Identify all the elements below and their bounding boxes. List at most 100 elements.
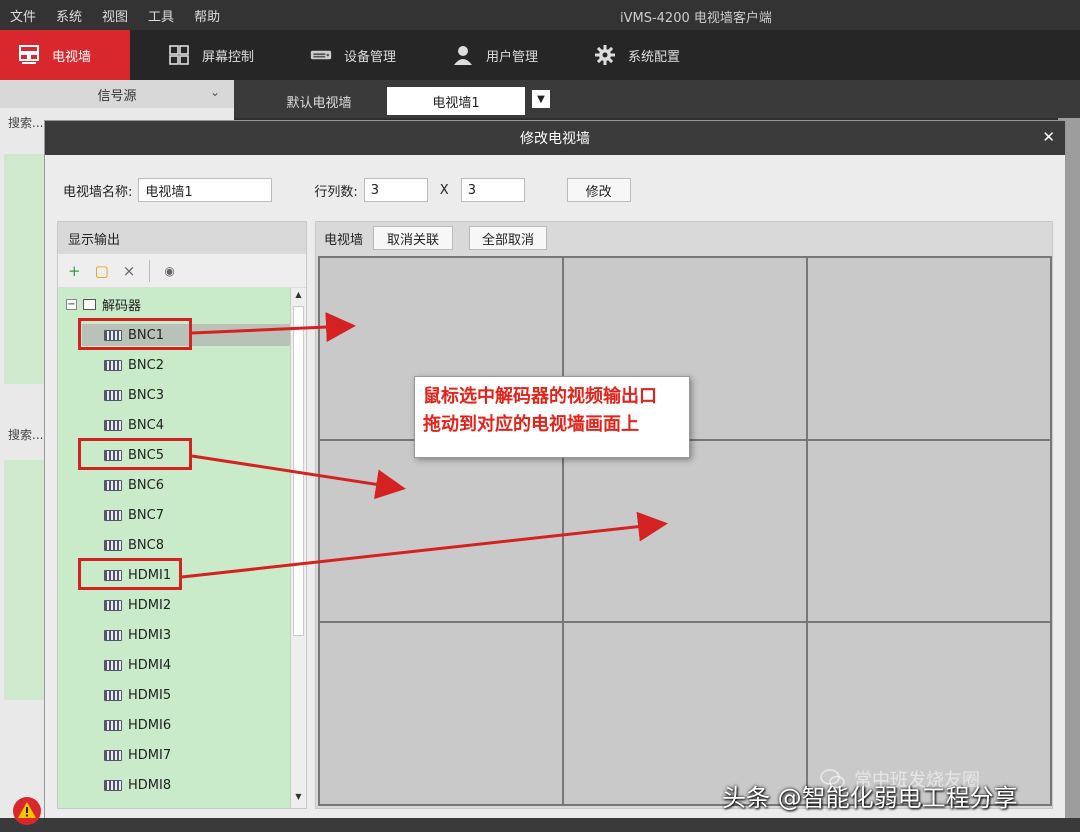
chevron-down-icon[interactable]: ⌄ <box>210 85 220 99</box>
module-label: 屏幕控制 <box>202 49 255 65</box>
tree-toolbar: + ▢ × ◉ <box>58 254 306 288</box>
output-port-icon <box>104 419 122 431</box>
tree-item-hdmi3[interactable]: HDMI3 <box>104 624 171 646</box>
tab-dropdown-icon[interactable]: ▼ <box>532 90 550 108</box>
close-icon[interactable]: ✕ <box>1042 128 1055 146</box>
menu-view[interactable]: 视图 <box>92 6 138 25</box>
tree-item-label: HDMI8 <box>128 777 172 793</box>
delete-icon[interactable]: × <box>123 262 136 280</box>
scroll-thumb[interactable] <box>293 306 304 636</box>
tree-item-label: BNC8 <box>128 537 164 553</box>
tree-item-hdmi8[interactable]: HDMI8 <box>104 774 171 796</box>
menu-tools[interactable]: 工具 <box>138 6 184 25</box>
module-system-config[interactable]: 系统配置 <box>576 30 698 80</box>
tv-wall-header: 电视墙 取消关联 全部取消 <box>316 222 1052 254</box>
module-tv-wall[interactable]: 电视墙 <box>0 30 130 80</box>
user-icon <box>452 44 474 66</box>
module-label: 设备管理 <box>344 49 397 65</box>
times-label: X <box>439 182 449 198</box>
module-device-management[interactable]: 设备管理 <box>292 30 414 80</box>
tree-background-strip <box>4 460 44 700</box>
module-label: 系统配置 <box>628 49 681 65</box>
output-port-icon <box>104 629 122 641</box>
module-user-management[interactable]: 用户管理 <box>434 30 556 80</box>
tree-item-label: BNC6 <box>128 477 164 493</box>
add-icon[interactable]: + <box>68 262 81 280</box>
display-output-header: 显示输出 <box>58 222 306 254</box>
highlight-box-bnc5 <box>78 438 192 470</box>
rows-input[interactable]: 3 <box>363 178 428 202</box>
tab-wall-1[interactable]: 电视墙1 <box>387 87 525 115</box>
monitor-icon <box>83 298 96 310</box>
output-port-icon <box>104 389 122 401</box>
tree-item-label: HDMI2 <box>128 597 172 613</box>
wall-screen-cell[interactable] <box>807 439 1051 623</box>
callout-line-1: 鼠标选中解码器的视频输出口 <box>423 386 657 407</box>
output-port-icon <box>104 359 122 371</box>
tree-item-label: BNC3 <box>128 387 164 403</box>
output-port-icon <box>104 509 122 521</box>
wall-name-label: 电视墙名称: <box>63 184 133 200</box>
module-label: 电视墙 <box>52 49 92 65</box>
menu-system[interactable]: 系统 <box>46 6 92 25</box>
tree-item-bnc7[interactable]: BNC7 <box>104 504 164 526</box>
tree-item-hdmi6[interactable]: HDMI6 <box>104 714 171 736</box>
scroll-up-icon[interactable]: ▲ <box>293 290 304 304</box>
tree-item-bnc2[interactable]: BNC2 <box>104 354 164 376</box>
collapse-icon[interactable]: − <box>66 298 77 310</box>
wall-name-input[interactable]: 电视墙1 <box>138 178 273 202</box>
tab-default-wall[interactable]: 默认电视墙 <box>264 87 374 115</box>
rowcol-label: 行列数: <box>314 184 358 200</box>
tree-item-hdmi7[interactable]: HDMI7 <box>104 744 171 766</box>
tree-item-hdmi5[interactable]: HDMI5 <box>104 684 171 706</box>
tree-item-bnc4[interactable]: BNC4 <box>104 414 164 436</box>
scroll-down-icon[interactable]: ▼ <box>293 792 304 806</box>
tree-item-bnc6[interactable]: BNC6 <box>104 474 164 496</box>
status-bar <box>0 818 1080 832</box>
unlink-button[interactable]: 取消关联 <box>373 226 454 250</box>
search-input-top[interactable]: 搜索... <box>8 114 43 131</box>
wall-screen-cell[interactable] <box>807 257 1051 440</box>
gear-icon <box>594 44 616 66</box>
tree-item-bnc3[interactable]: BNC3 <box>104 384 164 406</box>
tree-item-hdmi2[interactable]: HDMI2 <box>104 594 171 616</box>
module-label: 用户管理 <box>486 49 539 65</box>
wall-screen-cell[interactable] <box>563 439 807 623</box>
tree-item-label: HDMI6 <box>128 717 172 733</box>
signal-source-title: 信号源 <box>97 88 137 104</box>
device-icon <box>310 44 332 66</box>
output-port-icon <box>104 479 122 491</box>
cancel-all-button[interactable]: 全部取消 <box>469 226 548 250</box>
cols-input[interactable]: 3 <box>460 178 525 202</box>
toolbar-separator <box>149 259 151 282</box>
dialog-title-bar: 修改电视墙 ✕ <box>45 121 1065 155</box>
wall-screen-cell[interactable] <box>319 622 563 805</box>
wall-tab-bar: 默认电视墙 电视墙1 ▼ <box>234 80 1080 118</box>
tree-list: − 解码器 BNC1 BNC2 BNC3 BNC4 BNC5 BNC6 BNC7 BNC8 HD… <box>58 288 290 808</box>
watermark-faint-text: 常中班发烧友圈 <box>854 770 980 791</box>
module-screen-control[interactable]: 屏幕控制 <box>150 30 272 80</box>
wall-screen-cell[interactable] <box>319 439 563 623</box>
highlight-box-bnc1 <box>78 318 192 350</box>
tree-item-label: HDMI4 <box>128 657 172 673</box>
display-output-panel: 显示输出 + ▢ × ◉ − 解码器 BNC1 BNC2 BNC3 BNC4 BNC5 B… <box>57 221 307 809</box>
tv-wall-panel: 电视墙 取消关联 全部取消 <box>315 221 1053 809</box>
menu-file[interactable]: 文件 <box>0 6 46 25</box>
tree-root-decoder[interactable]: − 解码器 <box>66 294 141 314</box>
menu-help[interactable]: 帮助 <box>184 6 230 25</box>
tree-item-hdmi4[interactable]: HDMI4 <box>104 654 171 676</box>
output-port-icon <box>104 599 122 611</box>
warning-icon[interactable] <box>12 796 42 826</box>
output-port-icon <box>104 779 122 791</box>
instruction-callout: 鼠标选中解码器的视频输出口 拖动到对应的电视墙画面上 <box>414 376 690 458</box>
output-port-icon <box>104 719 122 731</box>
output-port-icon <box>104 749 122 761</box>
eye-icon[interactable]: ◉ <box>164 264 174 278</box>
search-input-bottom[interactable]: 搜索... <box>8 426 43 443</box>
modify-button[interactable]: 修改 <box>566 178 631 202</box>
tree-item-label: HDMI3 <box>128 627 172 643</box>
tree-scrollbar[interactable]: ▲ ▼ <box>290 288 306 808</box>
folder-icon[interactable]: ▢ <box>95 262 109 280</box>
signal-source-header[interactable]: 信号源 ⌄ <box>0 80 234 108</box>
tree-item-bnc8[interactable]: BNC8 <box>104 534 164 556</box>
